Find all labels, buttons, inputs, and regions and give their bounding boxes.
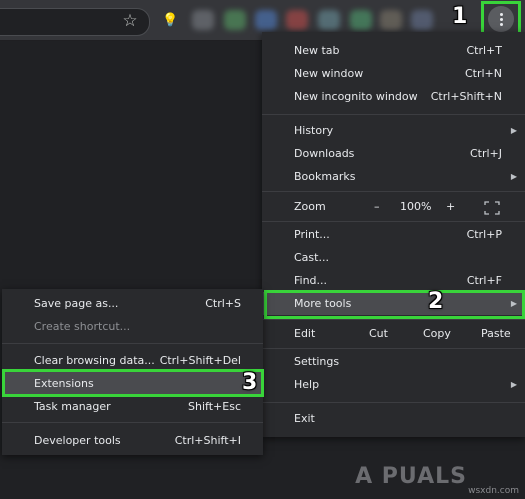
menu-separator bbox=[262, 402, 525, 403]
menu-item-label: Bookmarks bbox=[294, 170, 356, 183]
menu-item-label: Exit bbox=[294, 412, 315, 425]
step-number-2: 2 bbox=[428, 289, 444, 314]
cut-button[interactable]: Cut bbox=[369, 322, 388, 345]
menu-separator bbox=[262, 348, 525, 349]
menu-item-shortcut: Ctrl+Shift+N bbox=[430, 90, 502, 103]
chevron-right-icon: ▶ bbox=[510, 172, 517, 181]
paste-button[interactable]: Paste bbox=[481, 322, 511, 345]
extension-icon[interactable] bbox=[224, 10, 246, 30]
menu-separator bbox=[262, 319, 525, 320]
menu-item-shortcut: Ctrl+J bbox=[469, 147, 502, 160]
menu-item-label: Settings bbox=[294, 355, 340, 368]
lightbulb-icon[interactable]: 💡 bbox=[162, 13, 178, 29]
menu-item-shortcut: Ctrl+S bbox=[205, 297, 241, 310]
menu-item-label: Help bbox=[294, 378, 320, 391]
menu-item-print[interactable]: Print... Ctrl+P bbox=[262, 223, 525, 246]
menu-separator bbox=[262, 221, 525, 222]
menu-item-save-page-as[interactable]: Save page as... Ctrl+S bbox=[2, 292, 263, 315]
extension-icon[interactable] bbox=[192, 10, 214, 30]
menu-separator bbox=[2, 422, 263, 423]
menu-item-create-shortcut: Create shortcut... bbox=[2, 315, 263, 338]
menu-separator bbox=[2, 343, 263, 344]
chevron-right-icon: ▶ bbox=[510, 126, 517, 135]
menu-item-new-incognito-window[interactable]: New incognito window Ctrl+Shift+N bbox=[262, 85, 525, 108]
menu-separator bbox=[262, 191, 525, 192]
menu-item-label: New window bbox=[294, 67, 364, 80]
menu-item-settings[interactable]: Settings bbox=[262, 350, 525, 373]
highlight-box-more-tools bbox=[264, 290, 525, 319]
menu-item-developer-tools[interactable]: Developer tools Ctrl+Shift+I bbox=[2, 429, 263, 452]
menu-item-shortcut: Ctrl+Shift+I bbox=[174, 434, 241, 447]
extension-icon[interactable] bbox=[318, 10, 340, 30]
step-number-3: 3 bbox=[242, 370, 258, 395]
menu-item-new-tab[interactable]: New tab Ctrl+T bbox=[262, 39, 525, 62]
chrome-main-menu: New tab Ctrl+T New window Ctrl+N New inc… bbox=[262, 32, 525, 437]
step-number-1: 1 bbox=[452, 4, 468, 29]
menu-item-task-manager[interactable]: Task manager Shift+Esc bbox=[2, 395, 263, 418]
highlight-box-extensions bbox=[2, 369, 264, 397]
appuals-watermark: A PUALS bbox=[355, 464, 467, 489]
menu-item-history[interactable]: History ▶ bbox=[262, 119, 525, 142]
zoom-label: Zoom bbox=[294, 200, 326, 213]
edit-label: Edit bbox=[294, 327, 316, 340]
extension-icon[interactable] bbox=[286, 10, 308, 30]
menu-item-label: Save page as... bbox=[34, 297, 119, 310]
menu-row-zoom: Zoom – 100% + bbox=[262, 195, 525, 218]
extension-icon[interactable] bbox=[411, 10, 433, 30]
chevron-right-icon: ▶ bbox=[510, 380, 517, 389]
menu-item-label: Find... bbox=[294, 274, 328, 287]
menu-item-find[interactable]: Find... Ctrl+F bbox=[262, 269, 525, 292]
menu-item-label: Developer tools bbox=[34, 434, 121, 447]
menu-item-exit[interactable]: Exit bbox=[262, 407, 525, 430]
zoom-level-value: 100% bbox=[400, 200, 432, 213]
star-icon[interactable]: ☆ bbox=[120, 11, 140, 31]
menu-item-label: Print... bbox=[294, 228, 330, 241]
menu-item-shortcut: Ctrl+N bbox=[464, 67, 502, 80]
menu-item-label: History bbox=[294, 124, 334, 137]
extension-icon[interactable] bbox=[380, 10, 402, 30]
menu-item-label: New tab bbox=[294, 44, 340, 57]
menu-item-label: Create shortcut... bbox=[34, 320, 131, 333]
menu-item-shortcut: Shift+Esc bbox=[188, 400, 241, 413]
menu-separator bbox=[262, 114, 525, 115]
zoom-out-button[interactable]: – bbox=[374, 195, 380, 218]
fullscreen-icon[interactable] bbox=[484, 200, 500, 215]
menu-item-bookmarks[interactable]: Bookmarks ▶ bbox=[262, 165, 525, 188]
extension-icon[interactable] bbox=[350, 10, 372, 30]
menu-item-label: Downloads bbox=[294, 147, 355, 160]
menu-item-shortcut: Ctrl+P bbox=[466, 228, 502, 241]
extension-icon[interactable] bbox=[255, 10, 277, 30]
menu-item-help[interactable]: Help ▶ bbox=[262, 373, 525, 396]
menu-item-downloads[interactable]: Downloads Ctrl+J bbox=[262, 142, 525, 165]
menu-item-cast[interactable]: Cast... bbox=[262, 246, 525, 269]
menu-row-edit: Edit Cut Copy Paste bbox=[262, 322, 525, 345]
zoom-in-button[interactable]: + bbox=[446, 195, 455, 218]
menu-item-label: Task manager bbox=[34, 400, 111, 413]
menu-item-label: New incognito window bbox=[294, 90, 418, 103]
menu-item-label: Cast... bbox=[294, 251, 329, 264]
menu-item-shortcut: Ctrl+F bbox=[466, 274, 502, 287]
menu-item-shortcut: Ctrl+T bbox=[466, 44, 502, 57]
copy-button[interactable]: Copy bbox=[423, 322, 451, 345]
site-watermark: wsxdn.com bbox=[468, 486, 519, 496]
menu-item-new-window[interactable]: New window Ctrl+N bbox=[262, 62, 525, 85]
